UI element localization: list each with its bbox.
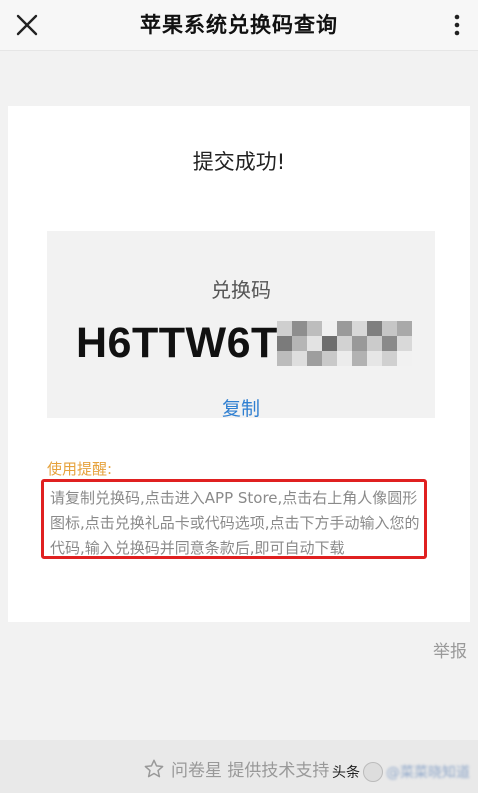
- result-card: 提交成功! 兑换码 H6TTW6T 复制 使用提醒: 请复制兑换码,点击进入AP…: [8, 106, 470, 622]
- copy-button[interactable]: 复制: [47, 394, 435, 421]
- watermark-suffix: @菜菜晓知道: [386, 765, 470, 781]
- watermark-prefix: 头条: [332, 765, 360, 781]
- footer-brand-text: 问卷星 提供技术支持: [171, 761, 330, 781]
- redeem-code-value[interactable]: H6TTW6T: [76, 319, 278, 368]
- watermark-avatar-icon: [363, 762, 383, 782]
- more-options-button[interactable]: [444, 12, 470, 38]
- watermark: 头条 @菜菜晓知道: [332, 762, 470, 782]
- redeem-code-box: 兑换码 H6TTW6T 复制: [47, 231, 435, 421]
- star-outline-icon: [144, 759, 164, 777]
- page-title: 苹果系统兑换码查询: [140, 13, 338, 37]
- code-label: 兑换码: [211, 278, 271, 302]
- tips-text: 请复制兑换码,点击进入APP Store,点击右上角人像圆形图标,点击兑换礼品卡…: [50, 489, 420, 557]
- footer: 问卷星 提供技术支持 头条 @菜菜晓知道: [0, 740, 478, 793]
- success-title: 提交成功!: [192, 150, 286, 174]
- report-link[interactable]: 举报: [433, 637, 467, 662]
- tips-heading: 使用提醒:: [47, 460, 113, 478]
- footer-brand[interactable]: 问卷星 提供技术支持: [143, 756, 329, 781]
- more-vertical-icon: [454, 14, 460, 36]
- close-icon: [16, 14, 38, 36]
- tips-highlight-box: 请复制兑换码,点击进入APP Store,点击右上角人像圆形图标,点击兑换礼品卡…: [41, 479, 427, 559]
- censor-mosaic: [277, 321, 412, 366]
- close-button[interactable]: [12, 10, 42, 40]
- top-navigation-bar: 苹果系统兑换码查询: [0, 0, 478, 51]
